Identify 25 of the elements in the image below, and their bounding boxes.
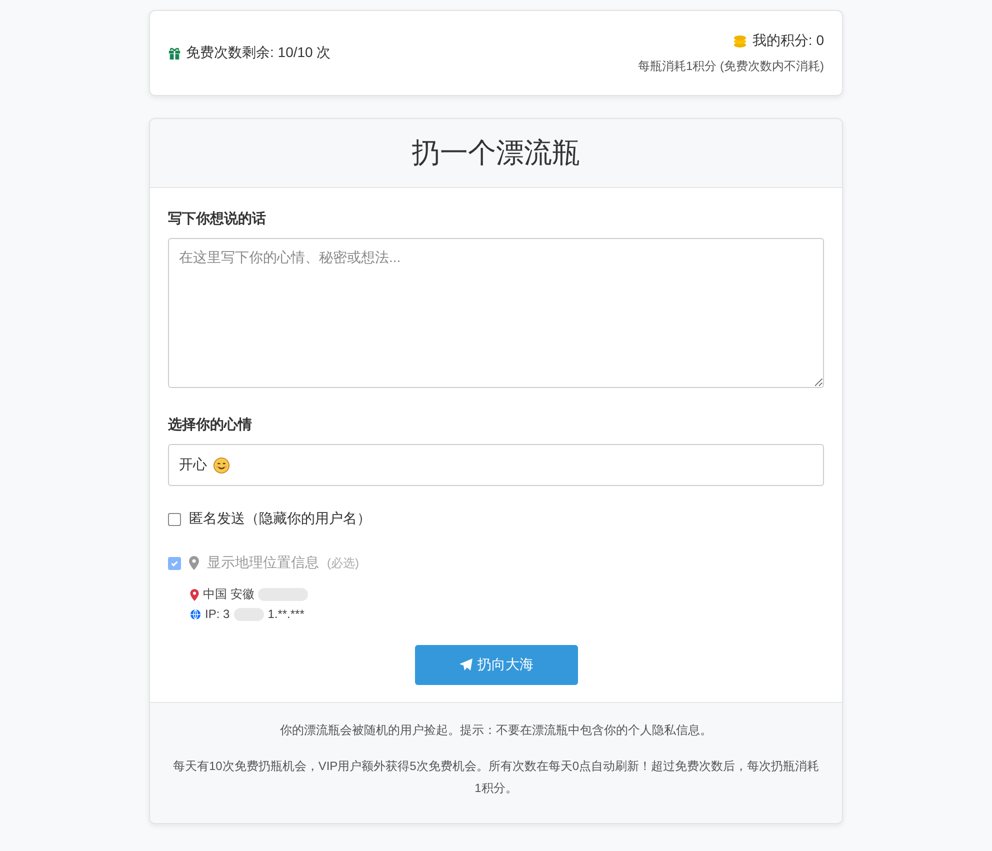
- footer-text: 每天有10次免费扔瓶机会，VIP用户额外获得5次免费机会。所有次数在每天0点自动刷新！超过免费次数后，每次扔瓶消耗1积分。: [172, 758, 820, 797]
- map-pin-icon: [190, 588, 199, 600]
- free-count-text: 免费次数剩余: 10/10 次: [186, 44, 331, 62]
- ip-text: 1.**.***: [268, 607, 304, 621]
- footer-text: 你的漂流瓶会被随机的用户捡起。提示：不要在漂流瓶中包含你的个人隐私信息。: [279, 722, 713, 739]
- message-field[interactable]: 在这里写下你的心情、秘密或想法...: [168, 238, 824, 388]
- anonymous-label: 匿名发送（隐藏你的用户名）: [189, 510, 371, 528]
- form-title: 扔一个漂流瓶: [412, 136, 580, 170]
- map-pin-icon: [189, 556, 199, 570]
- paper-plane-icon: [458, 658, 472, 672]
- cost-note: 每瓶消耗1积分 (免费次数内不消耗): [638, 58, 824, 74]
- location-label: 显示地理位置信息: [207, 554, 319, 572]
- mood-select[interactable]: 开心: [168, 444, 824, 486]
- message-label: 写下你想说的话: [168, 210, 267, 228]
- mood-label: 选择你的心情: [168, 416, 253, 434]
- smiley-icon: [213, 456, 230, 474]
- required-note: (必选): [327, 554, 359, 572]
- gift-icon: [168, 46, 181, 60]
- checkbox[interactable]: [168, 512, 181, 526]
- ip-text: IP: 3: [205, 607, 230, 621]
- location-text: 中国 安徽: [203, 586, 254, 603]
- points-text: 我的积分: 0: [752, 32, 824, 50]
- coins-icon: [733, 34, 748, 48]
- globe-icon: [190, 608, 201, 620]
- checkmark-icon: [170, 558, 179, 568]
